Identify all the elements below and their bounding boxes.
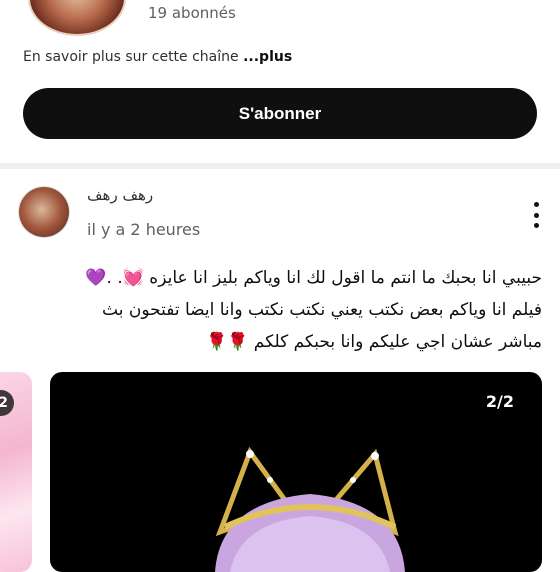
about-text: En savoir plus sur cette chaîne	[23, 49, 244, 65]
image-counter-previous: 2	[0, 390, 14, 416]
image-counter: 2/2	[485, 392, 514, 411]
character-illustration	[215, 446, 405, 572]
post-line: فيلم انا وياكم بعض نكتب يعني نكتب نكتب و…	[102, 300, 542, 320]
more-link[interactable]: ...plus	[243, 49, 292, 65]
section-divider	[0, 163, 560, 169]
post-line: مباشر عشان اجي عليكم وانا بحبكم كلكم 🌹🌹	[206, 332, 542, 352]
post-image[interactable]: 2/2	[50, 372, 542, 572]
post-author-avatar[interactable]	[19, 187, 69, 237]
post-line: حبيبي انا بحبك ما انتم ما اقول لك انا وي…	[85, 268, 542, 288]
subscribe-button[interactable]: S'abonner	[23, 88, 537, 139]
more-options-icon[interactable]	[529, 202, 543, 228]
previous-image[interactable]: 2	[0, 372, 32, 572]
about-channel-link[interactable]: En savoir plus sur cette chaîne ...plus	[23, 49, 292, 65]
subscriber-count: 19 abonnés	[148, 4, 236, 22]
channel-avatar[interactable]	[28, 0, 126, 36]
post-body: حبيبي انا بحبك ما انتم ما اقول لك انا وي…	[18, 262, 542, 358]
post-timestamp: il y a 2 heures	[87, 220, 201, 239]
post-author-name[interactable]: رهف رهف	[87, 186, 153, 204]
